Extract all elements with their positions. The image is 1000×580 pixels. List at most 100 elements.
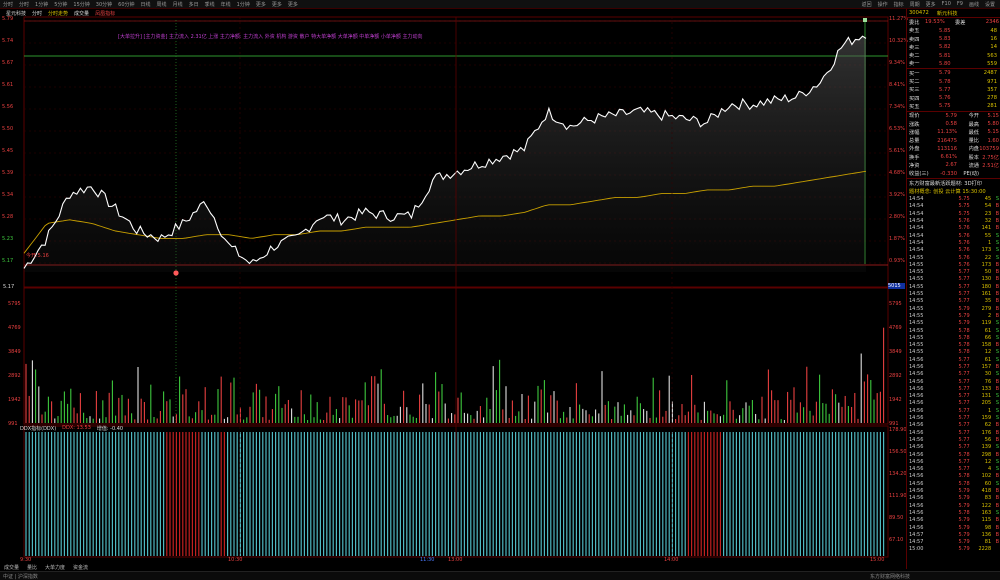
trade-cell: 32: [984, 218, 992, 225]
trade-row: 14:55 5.79 2 B: [907, 312, 1000, 319]
toolbar-right-item[interactable]: 设置: [985, 1, 995, 8]
trade-row: 14:55 5.78 12 S: [907, 349, 1000, 356]
trade-cell: S: [995, 400, 999, 407]
notice-topic[interactable]: 东方财富最新活跃题材: 3D打印: [909, 180, 982, 187]
trade-cell: 5.79: [958, 488, 970, 495]
stat-row: 外盘 113116 内盘 103759: [907, 145, 1000, 153]
trade-cell: 14:56: [909, 356, 924, 363]
trade-cell: 83: [984, 495, 992, 502]
trade-cell: B: [995, 539, 999, 546]
stat-cell: 5.15: [987, 112, 999, 119]
bottom-tab[interactable]: 成交量: [4, 564, 19, 571]
trade-cell: 14:56: [909, 422, 924, 429]
quote-panel: 300472 新元科技 委比 19.53% 委差 2346 卖五 5.85 48 卖四…: [906, 9, 1000, 569]
low-point-marker: [173, 270, 179, 276]
trade-cell: 5.76: [958, 261, 970, 268]
trade-row: 15:00 5.79 2228: [907, 546, 1000, 553]
trade-cell: 14:56: [909, 509, 924, 516]
trade-cell: 14:55: [909, 254, 924, 261]
order-cell: 48: [990, 27, 997, 34]
trade-cell: 5.79: [958, 524, 970, 531]
trade-cell: 14:57: [909, 531, 924, 538]
stat-cell: 216475: [937, 137, 957, 144]
bottom-tab[interactable]: 资金流: [73, 564, 88, 571]
trade-cell: B: [995, 283, 999, 290]
stat-cell: 量比: [968, 138, 979, 145]
stat-cell: 内盘: [968, 146, 979, 153]
order-row[interactable]: 买二 5.78 971: [907, 77, 1000, 86]
trade-cell: 4: [987, 466, 992, 473]
trade-cell: B: [995, 261, 999, 268]
trade-cell: B: [995, 225, 999, 232]
trade-cell: 119: [981, 320, 992, 327]
price-tick-label: 5.79: [2, 16, 14, 22]
trade-row: 14:55 5.77 180 B: [907, 283, 1000, 290]
trade-cell: 1: [987, 407, 992, 414]
toolbar-right-item[interactable]: 更多: [926, 1, 936, 8]
toolbar-right-item[interactable]: F9: [957, 1, 963, 7]
trade-row: 14:55 5.77 50 B: [907, 269, 1000, 276]
trade-cell: 14:54: [909, 196, 924, 203]
stat-cell: 涨幅: [909, 129, 920, 136]
trade-cell: 5.79: [958, 312, 970, 319]
trade-cell: 14:55: [909, 291, 924, 298]
trade-cell: B: [995, 451, 999, 458]
toolbar-right-item[interactable]: F10: [942, 1, 951, 7]
trade-cell: 14:56: [909, 436, 924, 443]
stat-row: 换手 6.61% 股本 2.75亿: [907, 153, 1000, 161]
intraday-chart[interactable]: [0, 0, 906, 564]
stat-cell: 总量: [909, 138, 920, 145]
trade-cell: 14:54: [909, 239, 924, 246]
stat-row: 总量 216475 量比 1.60: [907, 136, 1000, 145]
order-row[interactable]: 买三 5.77 357: [907, 86, 1000, 94]
order-row[interactable]: 卖三 5.82 14: [907, 43, 1000, 51]
trade-row: 14:54 5.76 32 B: [907, 217, 1000, 224]
toolbar-right-item[interactable]: 周期: [910, 1, 920, 8]
order-row[interactable]: 卖五 5.85 48: [907, 27, 1000, 35]
stat-cell: 涨跌: [909, 121, 920, 128]
order-row[interactable]: 卖一 5.80 559: [907, 60, 1000, 68]
trade-cell: 5.77: [958, 283, 970, 290]
order-row[interactable]: 买一 5.79 2487: [907, 69, 1000, 77]
bottom-tab[interactable]: 大单力度: [45, 564, 65, 571]
trade-cell: 14:55: [909, 312, 924, 319]
toolbar-right-item[interactable]: 画线: [969, 1, 979, 8]
trade-cell: B: [995, 203, 999, 210]
order-cell: 563: [987, 52, 997, 59]
volume-tick-label: 4769: [8, 325, 21, 331]
trade-cell: 14:55: [909, 283, 924, 290]
indicator-title[interactable]: DDX指标(DDX): [20, 425, 56, 432]
trade-row: 14:54 5.76 141 B: [907, 225, 1000, 232]
order-row[interactable]: 卖二 5.81 563: [907, 51, 1000, 60]
trade-cell: 1: [987, 239, 992, 246]
percent-tick-label: 4.68%: [889, 170, 905, 176]
trade-row: 14:56 5.78 163 S: [907, 509, 1000, 516]
trade-cell: 5.77: [958, 400, 970, 407]
stat-cell: PE(动): [963, 171, 979, 178]
bottom-tab[interactable]: 量比: [27, 564, 37, 571]
trade-cell: 5.77: [958, 364, 970, 370]
trade-row: 14:56 5.77 62 B: [907, 422, 1000, 429]
trade-cell: 5.78: [958, 349, 970, 356]
trade-cell: 141: [981, 225, 992, 232]
trade-cell: 66: [984, 334, 992, 341]
trade-row: 14:56 5.78 298 B: [907, 451, 1000, 458]
trade-row: 14:56 5.77 56 B: [907, 436, 1000, 443]
trade-cell: B: [995, 524, 999, 531]
trade-cell: S: [995, 320, 999, 327]
high-point-marker: [863, 18, 867, 22]
order-row[interactable]: 买五 5.75 281: [907, 102, 1000, 110]
stat-cell: -0.330: [940, 170, 957, 177]
trade-row: 14:55 5.78 158 B: [907, 341, 1000, 348]
trade-cell: 50: [984, 269, 992, 276]
trade-cell: 139: [981, 444, 992, 451]
indicator-value: DDX: 13.53: [62, 425, 91, 431]
order-row[interactable]: 卖四 5.83 16: [907, 35, 1000, 43]
order-row[interactable]: 买四 5.76 278: [907, 94, 1000, 102]
trade-cell: 81: [984, 539, 992, 546]
trade-cell: 14:56: [909, 385, 924, 392]
quote-stats: 现价 5.79 今开 5.15 涨跌 0.58 最高 5.80 涨幅 11.13% 最低 5.15 总量…: [907, 110, 1000, 178]
indicator-header: DDX指标(DDX) DDX: 13.53 增值: -0.40: [20, 425, 123, 432]
trade-cell: 2: [987, 312, 992, 319]
notice-concept[interactable]: 题材概念: 创投 云计算 15:30:00: [909, 188, 986, 195]
